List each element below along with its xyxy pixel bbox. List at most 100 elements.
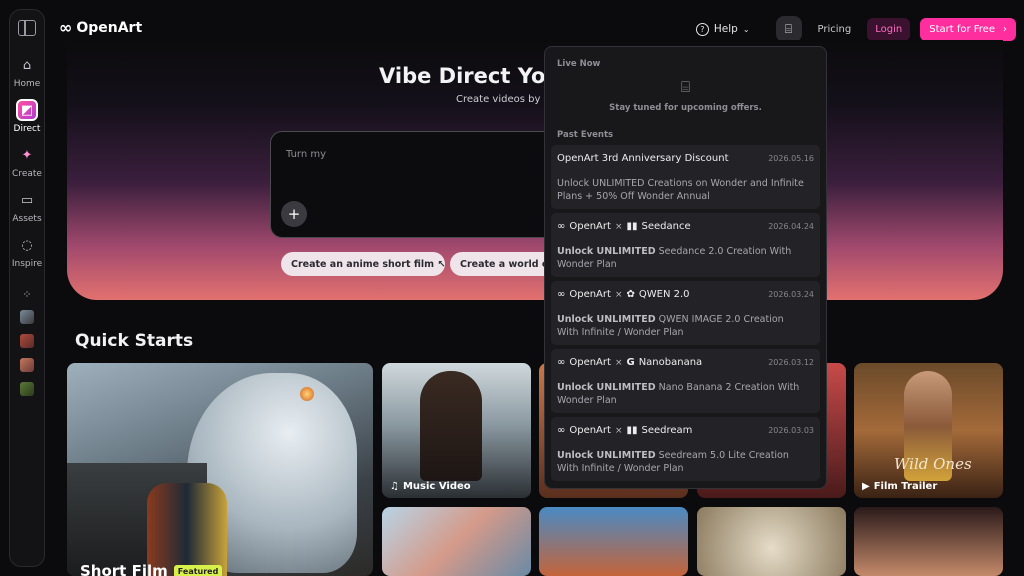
recent-thumb[interactable] — [20, 310, 34, 324]
folder-icon: ▭ — [20, 192, 34, 208]
music-video-label: ♫ Music Video — [390, 481, 471, 492]
sparkle-icon: ✦ — [21, 147, 33, 163]
film-trailer-card[interactable]: Wild Ones ▶ Film Trailer — [854, 363, 1003, 498]
empty-offers-text: Stay tuned for upcoming offers. — [609, 103, 762, 113]
event-description: Unlock UNLIMITED Seedance 2.0 Creation W… — [557, 245, 807, 271]
suggestion-chip[interactable]: Create an anime short film ↖ — [281, 252, 445, 276]
gift-button[interactable]: ⌸ — [775, 16, 802, 42]
event-item[interactable]: ∞ OpenArt × ✿ QWEN 2.0 2026.03.24 Unlock U… — [551, 281, 820, 345]
card-title: Music Video — [402, 481, 471, 492]
quick-starts-title: Quick Starts — [75, 331, 194, 351]
gift-icon: ⌸ — [784, 21, 793, 36]
partner-name: Seedance — [641, 221, 691, 232]
event-description: Unlock UNLIMITED Creations on Wonder and… — [557, 178, 804, 202]
chevron-down-icon: ⌄ — [742, 24, 750, 34]
plus-icon: + — [287, 205, 301, 223]
sidebar-item-create[interactable]: ✦ Create — [7, 144, 47, 180]
recent-thumb[interactable] — [20, 334, 34, 348]
sidebar-item-inspire[interactable]: ◌ Inspire — [7, 234, 47, 270]
chevron-right-icon: › — [1003, 23, 1007, 35]
brand-name: OpenArt — [569, 425, 611, 436]
openart-logo-icon: ∞ — [557, 289, 566, 300]
event-item[interactable]: ∞ OpenArt × G Nanobanana 2026.03.12 Unlock… — [551, 349, 820, 413]
sidebar-item-home[interactable]: ⌂ Home — [7, 54, 47, 90]
singer-image — [420, 371, 482, 481]
event-date: 2026.05.16 — [768, 154, 814, 163]
card-title: Film Trailer — [873, 481, 938, 492]
start-for-free-button[interactable]: Start for Free › — [920, 17, 1016, 41]
brand-name: OpenArt — [569, 357, 611, 368]
times-icon: × — [614, 357, 623, 368]
music-note-icon: ♫ — [390, 481, 399, 492]
partner-name: QWEN 2.0 — [638, 289, 690, 300]
recent-thumb[interactable] — [20, 382, 34, 396]
live-now-heading: Live Now — [557, 59, 601, 69]
event-item[interactable]: ∞ OpenArt × ▮▮ Seedream 2026.03.03 Unlock … — [551, 417, 820, 481]
event-title: ∞ OpenArt × ▮▮ Seedance — [557, 221, 691, 232]
pricing-link[interactable]: Pricing — [812, 24, 858, 35]
brand-name: OpenArt — [569, 289, 611, 300]
event-emphasis: Unlock UNLIMITED — [557, 314, 656, 325]
add-attachment-button[interactable]: + — [281, 201, 307, 227]
sidebar-item-direct[interactable]: ◩ Direct — [7, 99, 47, 134]
event-description: Unlock UNLIMITED Nano Banana 2 Creation … — [557, 381, 807, 407]
recent-thumb[interactable] — [20, 358, 34, 372]
wild-ones-title-image: Wild Ones — [894, 455, 972, 473]
sidebar: ⌂ Home ◩ Direct ✦ Create ▭ Assets ◌ Insp… — [9, 9, 45, 567]
sidebar-item-label: Direct — [13, 124, 41, 134]
past-events-heading: Past Events — [557, 130, 614, 140]
help-label: Help — [713, 23, 738, 35]
featured-badge: Featured — [173, 564, 223, 576]
sidebar-item-label: Inspire — [11, 259, 43, 269]
partner-name: Seedream — [641, 425, 693, 436]
event-title: ∞ OpenArt × G Nanobanana — [557, 357, 702, 368]
prompt-input[interactable]: Turn my + — [270, 131, 560, 238]
event-item[interactable]: OpenArt 3rd Anniversary Discount 2026.05… — [551, 145, 820, 209]
brand-name: OpenArt — [569, 221, 611, 232]
creature-eye — [300, 387, 314, 401]
home-icon: ⌂ — [22, 57, 32, 73]
login-button[interactable]: Login — [867, 17, 911, 41]
quick-start-card[interactable] — [539, 507, 688, 576]
quick-start-card[interactable] — [697, 507, 846, 576]
music-video-card[interactable]: ♫ Music Video — [382, 363, 531, 498]
openart-logo-icon: ∞ — [59, 18, 73, 37]
openart-logo-icon: ∞ — [557, 425, 566, 436]
openart-logo-icon: ∞ — [557, 221, 566, 232]
event-emphasis: Unlock UNLIMITED — [557, 450, 656, 461]
event-item[interactable]: ∞ OpenArt × ▮▮ Seedance 2026.04.24 Unlock … — [551, 213, 820, 277]
event-date: 2026.04.24 — [768, 222, 814, 231]
event-title: OpenArt 3rd Anniversary Discount — [557, 153, 729, 164]
short-film-label: Short Film Featured — [80, 562, 223, 576]
event-emphasis: Unlock UNLIMITED — [557, 246, 656, 257]
brand-logo[interactable]: ∞ OpenArt — [59, 18, 142, 37]
prompt-placeholder: Turn my — [286, 149, 327, 160]
event-title: ∞ OpenArt × ▮▮ Seedream — [557, 425, 692, 436]
event-title: ∞ OpenArt × ✿ QWEN 2.0 — [557, 289, 690, 300]
start-label: Start for Free — [929, 23, 995, 35]
sidebar-item-label: Home — [13, 79, 41, 89]
quick-start-card[interactable] — [854, 507, 1003, 576]
short-film-card[interactable]: Short Film Featured — [67, 363, 373, 576]
top-nav: ? Help ⌄ ⌸ Pricing Login Start for Free … — [695, 16, 1016, 42]
help-icon: ? — [695, 22, 709, 36]
suggestion-chip[interactable]: Create a world cu — [450, 252, 546, 276]
sidebar-toggle-icon[interactable] — [18, 20, 36, 36]
quick-start-card[interactable] — [382, 507, 531, 576]
event-description: Unlock UNLIMITED QWEN IMAGE 2.0 Creation… — [557, 313, 807, 339]
help-menu[interactable]: ? Help ⌄ — [695, 22, 750, 36]
film-trailer-label: ▶ Film Trailer — [862, 481, 937, 492]
event-date: 2026.03.24 — [768, 290, 814, 299]
times-icon: × — [614, 289, 623, 300]
sidebar-item-label: Assets — [12, 214, 42, 224]
card-title: Short Film — [80, 562, 168, 576]
event-date: 2026.03.12 — [768, 358, 814, 367]
sidebar-item-assets[interactable]: ▭ Assets — [7, 189, 47, 225]
gift-icon: ⌸ — [680, 78, 690, 96]
hero-title: Vibe Direct Your — [379, 64, 544, 88]
bulb-icon: ◌ — [21, 237, 33, 253]
qwen-logo-icon: ✿ — [626, 289, 635, 300]
apps-grid-icon[interactable]: ⁘ — [16, 283, 38, 305]
openart-logo-icon: ∞ — [557, 357, 566, 368]
offers-dropdown: Live Now ⌸ Stay tuned for upcoming offer… — [544, 46, 827, 489]
